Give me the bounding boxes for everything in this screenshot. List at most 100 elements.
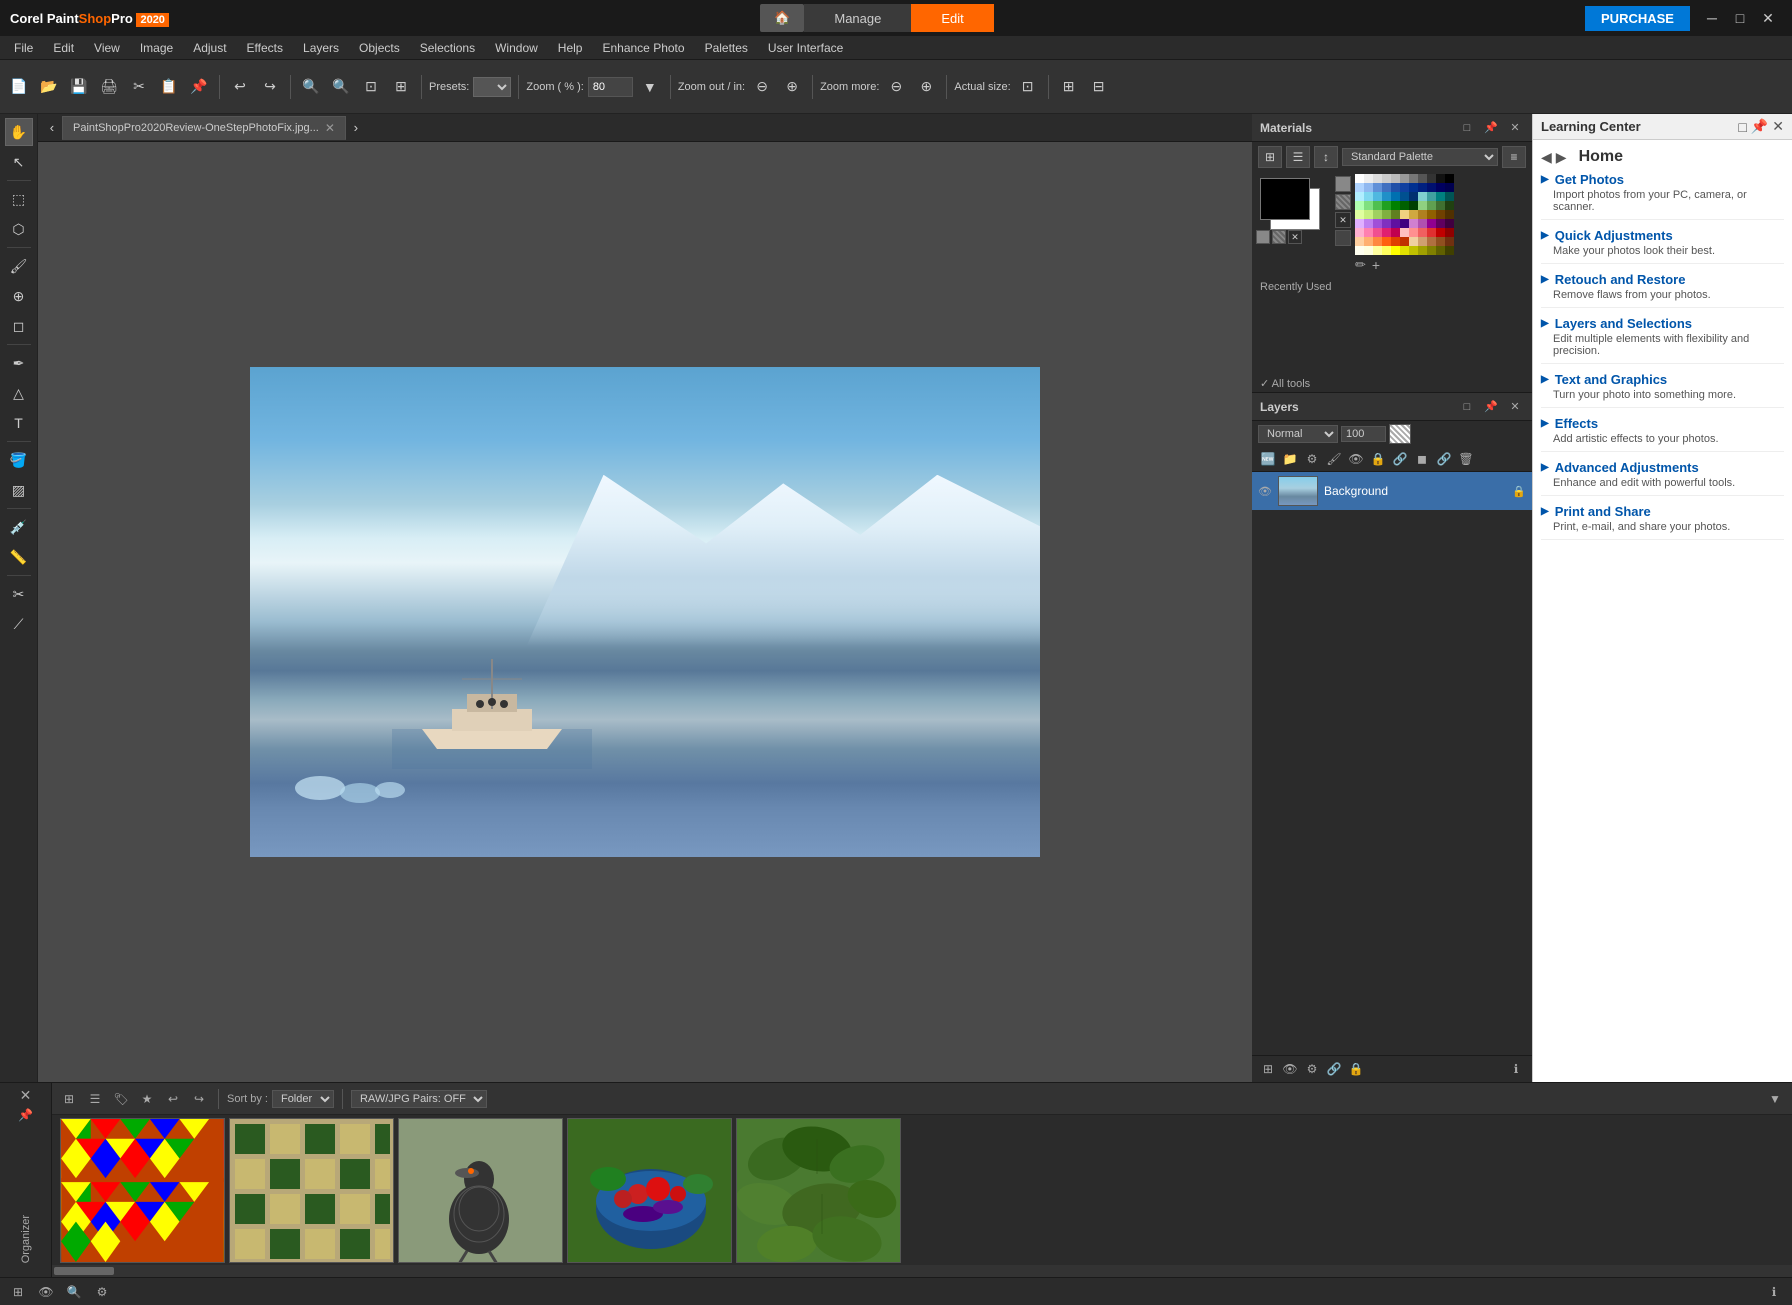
sw-r8[interactable] — [1418, 237, 1427, 246]
tb-extra1[interactable]: ⊞ — [1056, 74, 1082, 100]
tb-zoom-out[interactable]: 🔍 — [328, 74, 354, 100]
canvas-tab-main[interactable]: PaintShopPro2020Review-OneStepPhotoFix.j… — [62, 116, 346, 140]
sw-yg6[interactable] — [1400, 210, 1409, 219]
thumb-textile[interactable] — [60, 1118, 225, 1263]
zoom-input[interactable] — [588, 77, 633, 97]
lc-close-btn[interactable]: ✕ — [1772, 118, 1784, 135]
materials-pin[interactable]: 📌 — [1482, 119, 1500, 137]
org-scrollbar-thumb[interactable] — [54, 1267, 114, 1275]
sw-y10[interactable] — [1436, 246, 1445, 255]
layer-visible-btn[interactable]: 👁 — [1346, 449, 1366, 469]
sw-g11[interactable] — [1445, 201, 1454, 210]
sw-yg7[interactable] — [1409, 210, 1418, 219]
sw-p10[interactable] — [1436, 219, 1445, 228]
sw-p7[interactable] — [1409, 219, 1418, 228]
org-redo-btn[interactable]: ↪ — [188, 1088, 210, 1110]
tool-pan[interactable]: ✋ — [5, 118, 33, 146]
sw-y11[interactable] — [1445, 246, 1454, 255]
pal-list-btn[interactable]: ☰ — [1286, 146, 1310, 168]
sw-g4[interactable] — [1382, 201, 1391, 210]
menu-edit[interactable]: Edit — [43, 39, 84, 57]
sw-y6[interactable] — [1400, 246, 1409, 255]
sw-c7[interactable] — [1409, 192, 1418, 201]
sw-c8[interactable] — [1418, 192, 1427, 201]
tool-clone[interactable]: ⊕ — [5, 282, 33, 310]
sw-pk10[interactable] — [1436, 228, 1445, 237]
org-sort-select[interactable]: Folder — [272, 1090, 334, 1108]
sw-r1[interactable] — [1355, 237, 1364, 246]
thumb-emu[interactable] — [398, 1118, 563, 1263]
menu-objects[interactable]: Objects — [349, 39, 410, 57]
sw-y1[interactable] — [1355, 246, 1364, 255]
layers-bottom-btn5[interactable]: 🔒 — [1346, 1059, 1366, 1079]
org-tag-btn[interactable]: 🏷 — [110, 1088, 132, 1110]
lc-title-4[interactable]: ▶ Text and Graphics — [1541, 372, 1784, 387]
sw-c4[interactable] — [1382, 192, 1391, 201]
sw-g2[interactable] — [1364, 201, 1373, 210]
org-collapse-btn[interactable]: ▼ — [1764, 1088, 1786, 1110]
organizer-close-btn[interactable]: ✕ — [20, 1087, 32, 1104]
tb-redo[interactable]: ↪ — [257, 74, 283, 100]
sw-b8[interactable] — [1418, 183, 1427, 192]
sw-y8[interactable] — [1418, 246, 1427, 255]
sw-c1[interactable] — [1355, 192, 1364, 201]
tb-zoom-in[interactable]: 🔍 — [298, 74, 324, 100]
lc-title-0[interactable]: ▶ Get Photos — [1541, 172, 1784, 187]
sw-yg9[interactable] — [1427, 210, 1436, 219]
sw-b5[interactable] — [1391, 183, 1400, 192]
sw-r2[interactable] — [1364, 237, 1373, 246]
side-color2[interactable] — [1335, 194, 1351, 210]
sw-pk1[interactable] — [1355, 228, 1364, 237]
manage-button[interactable]: Manage — [804, 4, 911, 32]
sw-g7[interactable] — [1409, 201, 1418, 210]
sw-y7[interactable] — [1409, 246, 1418, 255]
sw-c2[interactable] — [1364, 192, 1373, 201]
presets-select[interactable] — [473, 77, 511, 97]
tool-pen[interactable]: ✒ — [5, 349, 33, 377]
tab-nav-next[interactable]: › — [346, 118, 366, 138]
status-btn2[interactable]: 👁 — [36, 1282, 56, 1302]
status-btn4[interactable]: ⚙ — [92, 1282, 112, 1302]
sw-b2[interactable] — [1364, 183, 1373, 192]
thumb-veggies[interactable] — [567, 1118, 732, 1263]
zoom-more-out[interactable]: ⊖ — [883, 74, 909, 100]
sw-pk4[interactable] — [1382, 228, 1391, 237]
org-undo-btn[interactable]: ↩ — [162, 1088, 184, 1110]
sw-b3[interactable] — [1373, 183, 1382, 192]
sw-b4[interactable] — [1382, 183, 1391, 192]
swatch-white[interactable] — [1355, 174, 1364, 183]
layer-lock-btn[interactable]: 🔒 — [1368, 449, 1388, 469]
layers-bottom-btn4[interactable]: 🔗 — [1324, 1059, 1344, 1079]
layer-fx-btn[interactable]: ⚙ — [1302, 449, 1322, 469]
swatch-9[interactable] — [1436, 174, 1445, 183]
gradient-icon[interactable] — [1272, 230, 1286, 244]
menu-palettes[interactable]: Palettes — [695, 39, 758, 57]
close-button[interactable]: ✕ — [1754, 4, 1782, 32]
sw-p5[interactable] — [1391, 219, 1400, 228]
sw-pk9[interactable] — [1427, 228, 1436, 237]
tool-brush[interactable]: 🖌 — [5, 252, 33, 280]
side-color4[interactable] — [1335, 230, 1351, 246]
tool-select[interactable]: ↖ — [5, 148, 33, 176]
tb-extra2[interactable]: ⊟ — [1086, 74, 1112, 100]
zoom-more-in[interactable]: ⊕ — [913, 74, 939, 100]
tb-save[interactable]: 💾 — [66, 74, 92, 100]
sw-g8[interactable] — [1418, 201, 1427, 210]
sw-p1[interactable] — [1355, 219, 1364, 228]
materials-close[interactable]: ✕ — [1506, 119, 1524, 137]
swatch-5[interactable] — [1400, 174, 1409, 183]
sw-g10[interactable] — [1436, 201, 1445, 210]
sw-pk2[interactable] — [1364, 228, 1373, 237]
layers-bottom-info[interactable]: ℹ — [1506, 1059, 1526, 1079]
menu-layers[interactable]: Layers — [293, 39, 349, 57]
org-rate-btn[interactable]: ★ — [136, 1088, 158, 1110]
sw-yg1[interactable] — [1355, 210, 1364, 219]
layer-chain-btn[interactable]: 🔗 — [1390, 449, 1410, 469]
layer-paint-btn[interactable]: 🖌 — [1324, 449, 1344, 469]
lc-title-7[interactable]: ▶ Print and Share — [1541, 504, 1784, 519]
layers-close[interactable]: ✕ — [1506, 398, 1524, 416]
sw-y5[interactable] — [1391, 246, 1400, 255]
thumb-mosaic[interactable] — [229, 1118, 394, 1263]
sw-y9[interactable] — [1427, 246, 1436, 255]
swatch-7[interactable] — [1418, 174, 1427, 183]
